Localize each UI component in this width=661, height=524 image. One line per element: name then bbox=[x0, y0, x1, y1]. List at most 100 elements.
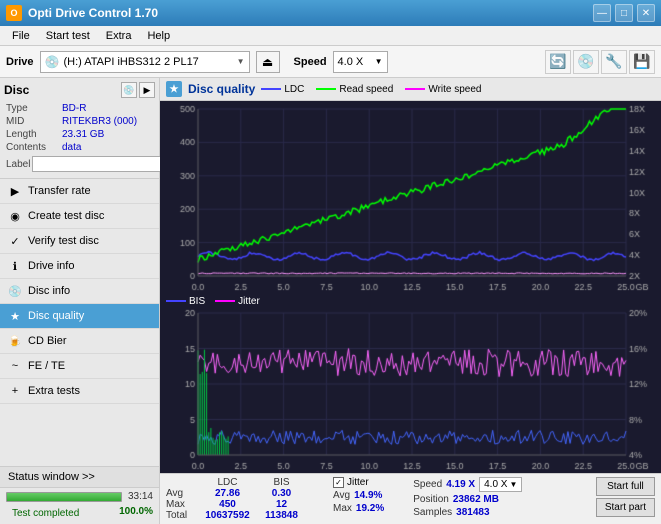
sidebar-item-verify-test-disc[interactable]: ✓ Verify test disc bbox=[0, 229, 159, 254]
menu-help[interactable]: Help bbox=[139, 29, 178, 43]
cd-bier-icon: 🍺 bbox=[8, 334, 22, 348]
drive-bar: Drive 💿 (H:) ATAPI iHBS312 2 PL17 ▼ ⏏ Sp… bbox=[0, 46, 661, 78]
ldc-total: 10637592 bbox=[200, 510, 255, 521]
chart-header: ★ Disc quality LDC Read speed Write spee… bbox=[160, 78, 661, 101]
speed-value: 4.0 X bbox=[338, 56, 364, 68]
disc-contents-row: Contents data bbox=[4, 141, 155, 154]
verify-test-disc-icon: ✓ bbox=[8, 234, 22, 248]
disc-mid-row: MID RITEKBR3 (000) bbox=[4, 115, 155, 128]
sidebar-item-fe-te[interactable]: ~ FE / TE bbox=[0, 354, 159, 379]
bis-label: BIS bbox=[189, 296, 205, 307]
drive-dropdown-arrow: ▼ bbox=[237, 57, 245, 66]
disc-icon-btn[interactable]: 💿 bbox=[121, 82, 137, 98]
speed-dropdown[interactable]: 4.0 X ▼ bbox=[479, 477, 522, 492]
bis-total: 113848 bbox=[259, 510, 304, 521]
window-title: Opti Drive Control 1.70 bbox=[28, 6, 158, 20]
sidebar-item-extra-tests[interactable]: + Extra tests bbox=[0, 379, 159, 404]
label-text: Label bbox=[6, 159, 30, 170]
jitter-color bbox=[215, 300, 235, 302]
max-label: Max bbox=[166, 499, 196, 510]
create-test-disc-label: Create test disc bbox=[28, 210, 104, 222]
disc-type-label: Type bbox=[6, 103, 62, 114]
close-btn[interactable]: ✕ bbox=[637, 4, 655, 22]
jitter-avg-label: Avg bbox=[333, 490, 350, 501]
disc-contents-value: data bbox=[62, 142, 81, 153]
speed-label: Speed bbox=[294, 56, 327, 68]
main-content: Disc 💿 ▶ Type BD-R MID RITEKBR3 (000) Le… bbox=[0, 78, 661, 524]
speed-stat-label: Speed bbox=[413, 479, 442, 490]
transfer-rate-label: Transfer rate bbox=[28, 185, 91, 197]
charts-container: BIS Jitter bbox=[160, 101, 661, 473]
drive-label: Drive bbox=[6, 56, 34, 68]
sidebar-item-cd-bier[interactable]: 🍺 CD Bier bbox=[0, 329, 159, 354]
sidebar-item-disc-quality[interactable]: ★ Disc quality bbox=[0, 304, 159, 329]
bis-avg: 0.30 bbox=[259, 488, 304, 499]
extra-tests-icon: + bbox=[8, 384, 22, 398]
menu-extra[interactable]: Extra bbox=[98, 29, 140, 43]
write-speed-color bbox=[405, 88, 425, 90]
app-icon: O bbox=[6, 5, 22, 21]
sidebar-item-drive-info[interactable]: ℹ Drive info bbox=[0, 254, 159, 279]
legend-bis: BIS bbox=[166, 296, 205, 307]
drive-value: (H:) ATAPI iHBS312 2 PL17 bbox=[63, 56, 232, 68]
disc-length-label: Length bbox=[6, 129, 62, 140]
bottom-chart-canvas bbox=[160, 309, 661, 473]
drive-select[interactable]: 💿 (H:) ATAPI iHBS312 2 PL17 ▼ bbox=[40, 51, 250, 73]
drive-info-label: Drive info bbox=[28, 260, 74, 272]
disc-label-row: Label ✎ bbox=[4, 154, 155, 174]
disc-mid-label: MID bbox=[6, 116, 62, 127]
disc-mid-value: RITEKBR3 (000) bbox=[62, 116, 137, 127]
jitter-checkbox[interactable]: ✓ bbox=[333, 477, 344, 488]
sidebar-item-create-test-disc[interactable]: ◉ Create test disc bbox=[0, 204, 159, 229]
menu-bar: File Start test Extra Help bbox=[0, 26, 661, 46]
status-window-btn[interactable]: Status window >> bbox=[0, 467, 159, 488]
legend-jitter: Jitter bbox=[215, 296, 260, 307]
status-window-label: Status window >> bbox=[8, 471, 95, 483]
speed-select[interactable]: 4.0 X ▼ bbox=[333, 51, 388, 73]
speed-dropdown-value: 4.0 X bbox=[484, 479, 507, 490]
window-controls: — □ ✕ bbox=[593, 4, 655, 22]
settings-btn[interactable]: 🔧 bbox=[601, 50, 627, 74]
jitter-avg: 14.9% bbox=[354, 490, 382, 501]
start-part-btn[interactable]: Start part bbox=[596, 498, 655, 517]
maximize-btn[interactable]: □ bbox=[615, 4, 633, 22]
ldc-color bbox=[261, 88, 281, 90]
stats-ldc-bis: LDC BIS Avg 27.86 0.30 Max 450 12 Total … bbox=[166, 477, 304, 521]
jitter-max-label: Max bbox=[333, 503, 352, 514]
sidebar-item-transfer-rate[interactable]: ▶ Transfer rate bbox=[0, 179, 159, 204]
disc-arrow-btn[interactable]: ▶ bbox=[139, 82, 155, 98]
disc-info-icon: 💿 bbox=[8, 284, 22, 298]
menu-start-test[interactable]: Start test bbox=[38, 29, 98, 43]
progress-percent: 100.0% bbox=[113, 506, 153, 521]
position-label: Position bbox=[413, 494, 449, 505]
title-bar: O Opti Drive Control 1.70 — □ ✕ bbox=[0, 0, 661, 26]
refresh-btn[interactable]: 🔄 bbox=[545, 50, 571, 74]
disc-section: Disc 💿 ▶ Type BD-R MID RITEKBR3 (000) Le… bbox=[0, 78, 159, 179]
fe-te-icon: ~ bbox=[8, 359, 22, 373]
samples-value: 381483 bbox=[456, 507, 489, 518]
ldc-max: 450 bbox=[200, 499, 255, 510]
menu-file[interactable]: File bbox=[4, 29, 38, 43]
progress-bar-fill bbox=[7, 493, 121, 501]
disc-length-row: Length 23.31 GB bbox=[4, 128, 155, 141]
top-chart bbox=[160, 101, 661, 294]
chart-legend: LDC Read speed Write speed bbox=[261, 84, 481, 95]
drive-info-icon: ℹ bbox=[8, 259, 22, 273]
ldc-avg: 27.86 bbox=[200, 488, 255, 499]
bis-color bbox=[166, 300, 186, 302]
jitter-max: 19.2% bbox=[356, 503, 384, 514]
minimize-btn[interactable]: — bbox=[593, 4, 611, 22]
disc-btn[interactable]: 💿 bbox=[573, 50, 599, 74]
disc-quality-icon: ★ bbox=[8, 309, 22, 323]
chart-title: Disc quality bbox=[188, 82, 255, 96]
save-btn[interactable]: 💾 bbox=[629, 50, 655, 74]
verify-test-disc-label: Verify test disc bbox=[28, 235, 99, 247]
jitter-label-text: Jitter bbox=[347, 477, 369, 488]
sidebar-item-disc-info[interactable]: 💿 Disc info bbox=[0, 279, 159, 304]
start-full-btn[interactable]: Start full bbox=[596, 477, 655, 496]
label-input[interactable] bbox=[32, 156, 166, 172]
eject-btn[interactable]: ⏏ bbox=[256, 51, 280, 73]
read-speed-label: Read speed bbox=[339, 84, 393, 95]
disc-quality-label: Disc quality bbox=[28, 310, 84, 322]
disc-type-value: BD-R bbox=[62, 103, 86, 114]
